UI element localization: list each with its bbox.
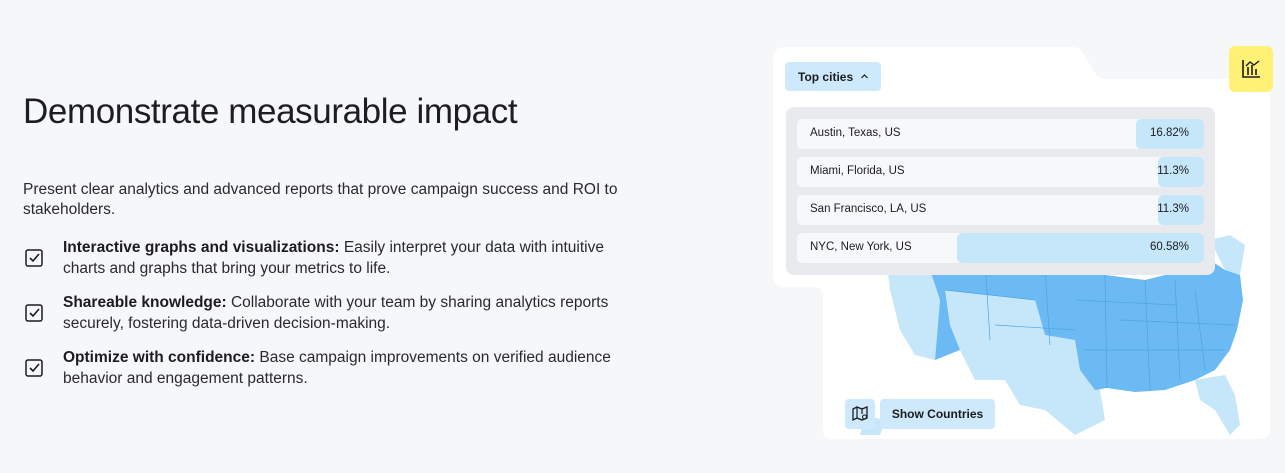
city-name: NYC, New York, US xyxy=(810,241,912,253)
map-view-button[interactable] xyxy=(845,399,875,429)
feature-text: Interactive graphs and visualizations: E… xyxy=(63,238,643,279)
city-percent: 11.3% xyxy=(1157,165,1189,177)
show-countries-button[interactable]: Show Countries xyxy=(880,399,995,429)
feature-title: Interactive graphs and visualizations: xyxy=(63,239,340,256)
chart-view-button[interactable] xyxy=(1229,46,1273,92)
top-cities-dropdown[interactable]: Top cities xyxy=(785,62,881,91)
top-cities-list: Austin, Texas, US 16.82% Miami, Florida,… xyxy=(786,107,1215,275)
dropdown-label: Top cities xyxy=(798,69,854,84)
feature-title: Shareable knowledge: xyxy=(63,294,227,311)
list-item: Miami, Florida, US 11.3% xyxy=(797,157,1204,187)
city-name: San Francisco, LA, US xyxy=(810,203,927,215)
page-title: Demonstrate measurable impact xyxy=(23,92,518,131)
intro-text: Present clear analytics and advanced rep… xyxy=(23,181,618,218)
feature-text: Shareable knowledge: Collaborate with yo… xyxy=(63,293,643,334)
city-percent: 16.82% xyxy=(1149,127,1189,139)
city-percent: 60.58% xyxy=(1149,241,1189,253)
list-item: San Francisco, LA, US 11.3% xyxy=(797,195,1204,225)
feature-item: Interactive graphs and visualizations: E… xyxy=(23,238,643,293)
checkbox-checked-icon xyxy=(25,304,43,322)
feature-list: Interactive graphs and visualizations: E… xyxy=(23,238,643,403)
city-name: Austin, Texas, US xyxy=(810,127,901,139)
checkbox-checked-icon xyxy=(25,359,43,377)
list-item: Austin, Texas, US 16.82% xyxy=(797,119,1204,149)
chevron-up-icon xyxy=(861,74,868,79)
city-percent: 11.3% xyxy=(1157,203,1189,215)
checkbox-checked-icon xyxy=(25,249,43,267)
feature-text: Optimize with confidence: Base campaign … xyxy=(63,348,643,389)
map-pin-icon xyxy=(852,406,868,422)
feature-item: Optimize with confidence: Base campaign … xyxy=(23,348,643,403)
feature-item: Shareable knowledge: Collaborate with yo… xyxy=(23,293,643,348)
feature-title: Optimize with confidence: xyxy=(63,349,256,366)
bar-chart-icon xyxy=(1242,60,1260,78)
city-name: Miami, Florida, US xyxy=(810,165,905,177)
list-item: NYC, New York, US 60.58% xyxy=(797,233,1204,263)
